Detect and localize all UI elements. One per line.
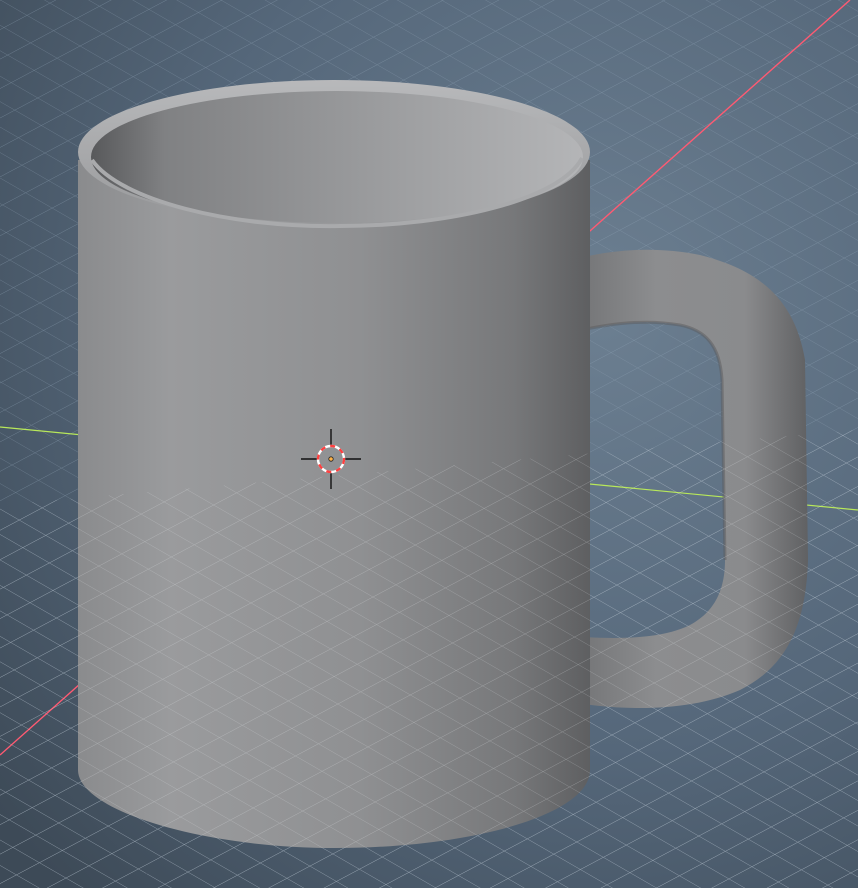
3d-viewport[interactable] — [0, 0, 858, 888]
